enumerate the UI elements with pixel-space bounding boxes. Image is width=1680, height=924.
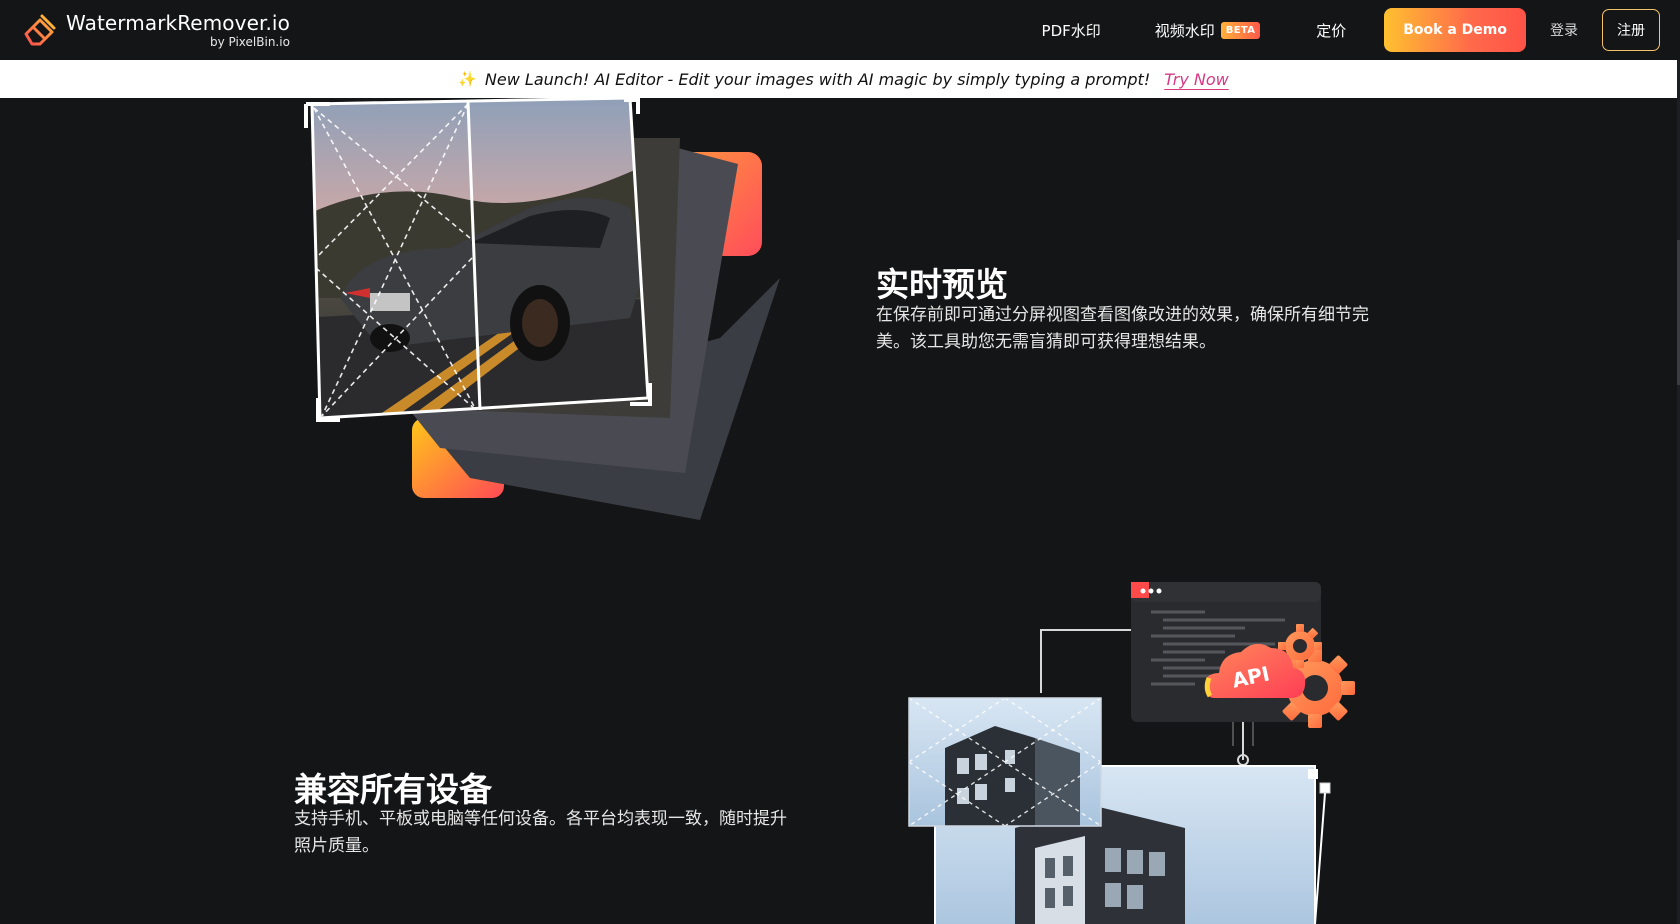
nav-video-label: 视频水印 (1154, 21, 1215, 40)
brand[interactable]: WatermarkRemover.io by PixelBin.io (22, 12, 290, 48)
nav-video-watermark[interactable]: 视频水印 BETA (1154, 20, 1261, 41)
nav-pricing[interactable]: 定价 (1316, 20, 1346, 41)
signup-button[interactable]: 注册 (1602, 9, 1660, 51)
top-nav: WatermarkRemover.io by PixelBin.io PDF水印… (0, 0, 1680, 60)
sparkle-icon: ✨ (458, 70, 477, 88)
announcement-banner: ✨ New Launch! AI Editor - Edit your imag… (0, 60, 1677, 98)
api-devices-illustration: API (908, 582, 1355, 924)
nav-links: PDF水印 视频水印 BETA 定价 Book a Demo 登录 注册 (1042, 8, 1660, 52)
split-preview-illustration (304, 98, 780, 520)
banner-text: New Launch! AI Editor - Edit your images… (484, 69, 1151, 89)
try-now-link[interactable]: Try Now (1164, 70, 1229, 89)
beta-badge: BETA (1220, 21, 1261, 39)
login-link[interactable]: 登录 (1550, 20, 1578, 40)
feature-title-all-devices: 兼容所有设备 (294, 770, 492, 809)
page: WatermarkRemover.io by PixelBin.io PDF水印… (0, 0, 1680, 924)
nav-pdf-watermark[interactable]: PDF水印 (1042, 20, 1101, 41)
feature-title-live-preview: 实时预览 (876, 265, 1008, 304)
feature-desc-live-preview: 在保存前即可通过分屏视图查看图像改进的效果，确保所有细节完美。该工具助您无需盲猜… (876, 305, 1369, 352)
brand-name: WatermarkRemover.io (66, 10, 290, 35)
brand-sub: by PixelBin.io (209, 34, 290, 49)
eraser-logo-icon (24, 14, 56, 46)
feature-desc-all-devices: 支持手机、平板或电脑等任何设备。各平台均表现一致，随时提升照片质量。 (294, 809, 787, 856)
book-demo-button[interactable]: Book a Demo (1384, 8, 1526, 52)
